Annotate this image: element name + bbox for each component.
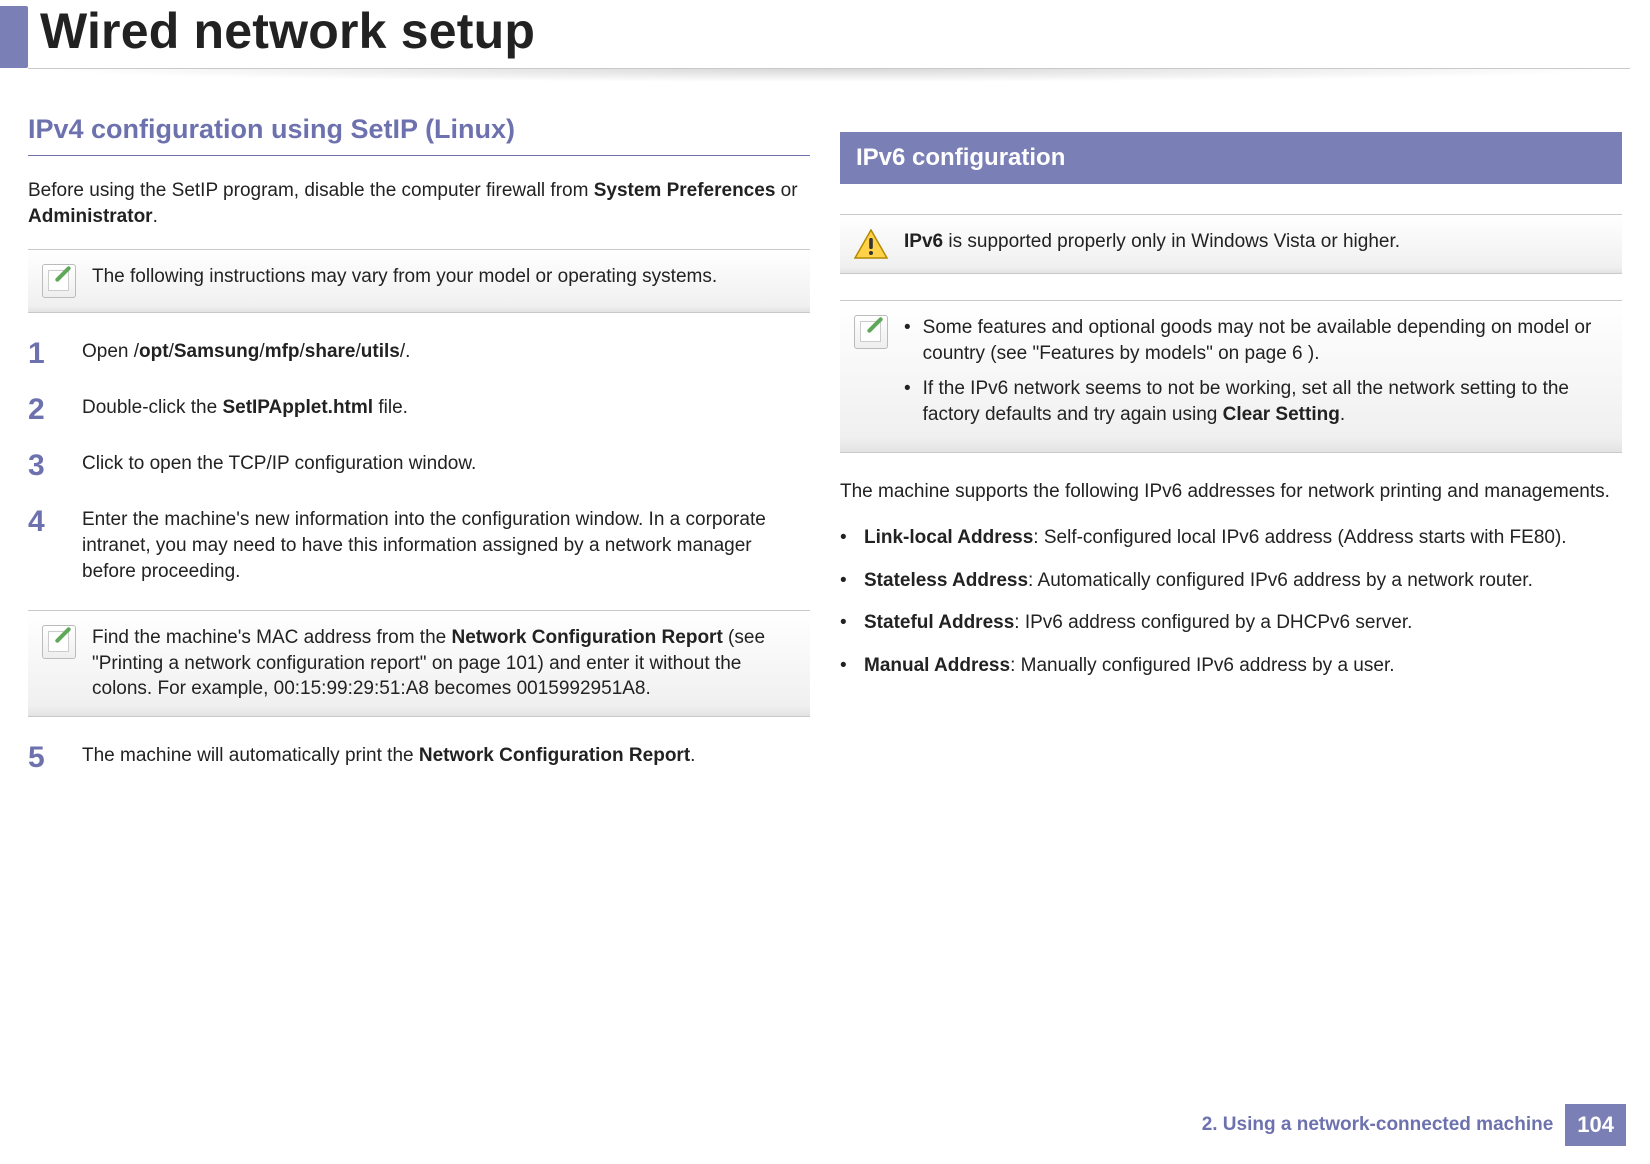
t: Stateless Address	[864, 570, 1028, 591]
step-5: 5 The machine will automatically print t…	[28, 743, 810, 773]
t: : Manually configured IPv6 address by a …	[1010, 655, 1394, 676]
t: opt	[139, 341, 169, 362]
t: : IPv6 address configured by a DHCPv6 se…	[1014, 612, 1412, 633]
t: share	[305, 341, 356, 362]
warning-text: IPv6 is supported properly only in Windo…	[904, 229, 1608, 259]
t: .	[1340, 404, 1345, 425]
note-box-features: Some features and optional goods may not…	[840, 300, 1622, 453]
page-title: Wired network setup	[40, 2, 535, 60]
step-number: 2	[28, 395, 60, 425]
list-item: Manual Address: Manually configured IPv6…	[840, 652, 1622, 681]
t: Double-click the	[82, 397, 222, 418]
left-column: IPv4 configuration using SetIP (Linux) B…	[28, 114, 810, 799]
warning-box-ipv6: IPv6 is supported properly only in Windo…	[840, 214, 1622, 274]
page-footer: 2. Using a network-connected machine 104	[1202, 1104, 1626, 1146]
note-icon	[42, 264, 76, 298]
note-item: If the IPv6 network seems to not be work…	[904, 376, 1608, 427]
intro-bold-2: Administrator	[28, 206, 153, 227]
t: Find the machine's MAC address from the	[92, 627, 452, 648]
step-text: Double-click the SetIPApplet.html file.	[82, 395, 408, 425]
note-icon	[42, 625, 76, 659]
t: Link-local Address	[864, 527, 1033, 548]
intro-bold-1: System Preferences	[594, 180, 776, 201]
steps-list: 1 Open /opt/Samsung/mfp/share/utils/. 2 …	[28, 339, 810, 584]
step-1: 1 Open /opt/Samsung/mfp/share/utils/.	[28, 339, 810, 369]
note-icon	[854, 315, 888, 349]
t: : Automatically configured IPv6 address …	[1028, 570, 1533, 591]
header-divider	[28, 68, 1630, 82]
step-text: Click to open the TCP/IP configuration w…	[82, 451, 476, 481]
footer-chapter: 2. Using a network-connected machine	[1202, 1114, 1554, 1136]
step-3: 3 Click to open the TCP/IP configuration…	[28, 451, 810, 481]
content-columns: IPv4 configuration using SetIP (Linux) B…	[0, 84, 1650, 799]
t: is supported properly only in Windows Vi…	[943, 231, 1400, 252]
step-text: The machine will automatically print the…	[82, 743, 695, 773]
step-text: Open /opt/Samsung/mfp/share/utils/.	[82, 339, 410, 369]
intro-text-c: or	[775, 180, 797, 201]
list-item: Stateless Address: Automatically configu…	[840, 567, 1622, 596]
note-text: Some features and optional goods may not…	[904, 315, 1608, 438]
page-number: 104	[1565, 1104, 1626, 1146]
section-banner-ipv6: IPv6 configuration	[840, 132, 1622, 184]
t: mfp	[265, 341, 300, 362]
t: Samsung	[174, 341, 260, 362]
t: Network Configuration Report	[452, 627, 723, 648]
t: SetIPApplet.html	[222, 397, 373, 418]
right-column: IPv6 configuration IPv6 is supported pro…	[840, 114, 1622, 799]
note-text: Find the machine's MAC address from the …	[92, 625, 796, 702]
t: Manual Address	[864, 655, 1010, 676]
ipv6-support-paragraph: The machine supports the following IPv6 …	[840, 479, 1622, 505]
t: : Self-configured local IPv6 address (Ad…	[1033, 527, 1566, 548]
ipv6-address-list: Link-local Address: Self-configured loca…	[840, 524, 1622, 680]
t: Network Configuration Report	[419, 745, 690, 766]
step-number: 1	[28, 339, 60, 369]
step-4: 4 Enter the machine's new information in…	[28, 507, 810, 584]
intro-paragraph: Before using the SetIP program, disable …	[28, 178, 810, 229]
t: The machine will automatically print the	[82, 745, 419, 766]
t: Open /	[82, 341, 139, 362]
t: IPv6	[904, 231, 943, 252]
step-number: 5	[28, 743, 60, 773]
step-number: 4	[28, 507, 60, 584]
note-item: Some features and optional goods may not…	[904, 315, 1608, 366]
list-item: Stateful Address: IPv6 address configure…	[840, 609, 1622, 638]
list-item: Link-local Address: Self-configured loca…	[840, 524, 1622, 553]
note-box-vary: The following instructions may vary from…	[28, 249, 810, 313]
t: utils	[361, 341, 400, 362]
intro-text-a: Before using the SetIP program, disable …	[28, 180, 594, 201]
page-header: Wired network setup	[0, 6, 1650, 84]
t: Stateful Address	[864, 612, 1014, 633]
t: /.	[400, 341, 411, 362]
t: Some features and optional goods may not…	[923, 315, 1608, 366]
warning-icon	[854, 229, 888, 259]
t: Clear Setting	[1223, 404, 1340, 425]
note-box-mac: Find the machine's MAC address from the …	[28, 610, 810, 717]
step-text: Enter the machine's new information into…	[82, 507, 810, 584]
step-number: 3	[28, 451, 60, 481]
note-text: The following instructions may vary from…	[92, 264, 796, 298]
intro-text-d: .	[153, 206, 158, 227]
t: .	[690, 745, 695, 766]
step-2: 2 Double-click the SetIPApplet.html file…	[28, 395, 810, 425]
t: file.	[373, 397, 408, 418]
header-accent-tab	[0, 6, 28, 68]
sub-heading-ipv4-linux: IPv4 configuration using SetIP (Linux)	[28, 114, 810, 156]
steps-list-5: 5 The machine will automatically print t…	[28, 743, 810, 773]
